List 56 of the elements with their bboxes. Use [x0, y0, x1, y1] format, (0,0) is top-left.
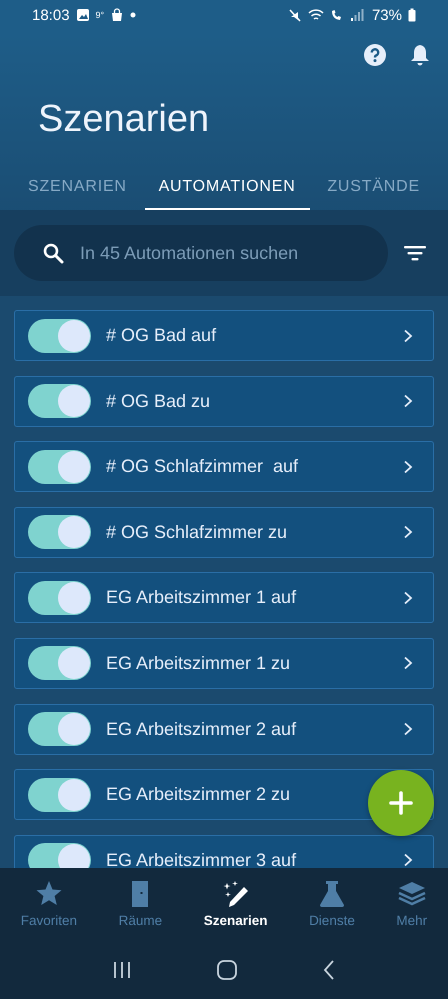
automation-name: # OG Bad auf: [106, 325, 216, 346]
toggle-switch[interactable]: [28, 712, 91, 746]
dot-icon: [130, 12, 136, 18]
bag-icon: [110, 8, 124, 22]
bell-icon: [410, 44, 430, 66]
toggle-switch[interactable]: [28, 580, 91, 615]
toggle-switch[interactable]: [28, 384, 91, 418]
help-icon: [364, 44, 386, 66]
automation-name: # OG Bad zu: [106, 390, 210, 412]
recent-apps-icon: [113, 960, 131, 978]
toggle-switch[interactable]: [28, 778, 91, 812]
help-button[interactable]: [364, 42, 386, 68]
battery-icon: [408, 8, 416, 22]
temperature-text: 9°: [96, 10, 104, 20]
automation-name: EG Arbeitszimmer 1 auf: [106, 587, 296, 608]
automation-name: EG Arbeitszimmer 2 auf: [106, 718, 296, 740]
nav-item[interactable]: Szenarien: [204, 880, 268, 928]
toggle-switch[interactable]: [28, 450, 91, 484]
mute-icon: [288, 8, 302, 22]
search-bar[interactable]: In 45 Automationen suchen: [14, 225, 388, 281]
automation-row[interactable]: EG Arbeitszimmer 1 zu: [14, 638, 434, 689]
automation-row[interactable]: # OG Bad auf: [14, 310, 434, 361]
automation-row[interactable]: # OG Schlafzimmer auf: [14, 441, 434, 492]
automation-name: EG Arbeitszimmer 3 auf: [106, 850, 296, 868]
automation-name: # OG Schlafzimmer zu: [106, 522, 288, 543]
notifications-button[interactable]: [410, 42, 430, 68]
call-icon: [330, 8, 344, 22]
layers-icon: [398, 880, 426, 908]
search-field[interactable]: In 45 Automationen suchen: [80, 242, 388, 264]
search-icon: [42, 242, 64, 264]
automation-row[interactable]: EG Arbeitszimmer 2 auf: [14, 704, 434, 755]
page-title: Szenarien: [38, 97, 210, 142]
automation-row[interactable]: # OG Bad zu: [14, 376, 434, 427]
tab[interactable]: SZENARIEN: [14, 169, 141, 210]
wand-icon: [222, 880, 250, 908]
automation-row[interactable]: # OG Schlafzimmer zu: [14, 506, 434, 558]
home-icon: [217, 960, 237, 980]
automation-row[interactable]: EG Arbeitszimmer 3 auf: [14, 834, 434, 868]
filter-icon: [404, 245, 426, 261]
plus-icon: [389, 791, 413, 815]
automation-name: EG Arbeitszimmer 2 zu: [106, 784, 290, 806]
signal-icon: [350, 8, 364, 22]
image-icon: [76, 8, 90, 22]
automation-name: # OG Schlafzimmer auf: [106, 456, 298, 478]
battery-text: 73%: [372, 6, 402, 24]
toggle-switch[interactable]: [28, 318, 91, 352]
status-time: 18:03: [32, 6, 70, 24]
toggle-switch[interactable]: [28, 843, 91, 868]
toggle-switch[interactable]: [28, 515, 91, 550]
back-icon: [323, 960, 335, 980]
toggle-switch[interactable]: [28, 646, 91, 680]
automation-name: EG Arbeitszimmer 1 zu: [106, 652, 290, 674]
automation-row[interactable]: EG Arbeitszimmer 1 auf: [14, 572, 434, 624]
wifi-icon: [308, 8, 324, 22]
flask-icon: [318, 880, 346, 908]
tab[interactable]: ZUSTÄNDE: [313, 169, 434, 210]
